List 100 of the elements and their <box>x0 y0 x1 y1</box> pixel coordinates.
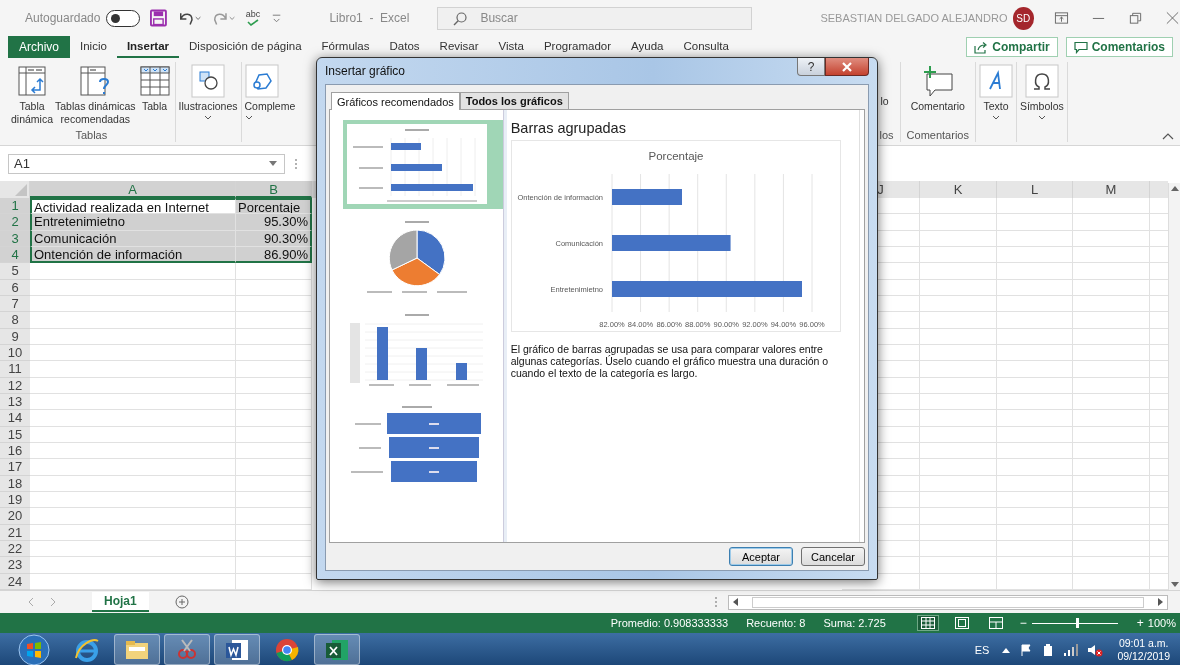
ribbon-button[interactable]: Texto <box>977 62 1014 142</box>
row-header[interactable]: 14 <box>0 410 30 427</box>
row-header[interactable]: 11 <box>0 361 30 378</box>
scroll-up-icon[interactable] <box>1170 185 1179 191</box>
group-label: los <box>879 128 894 142</box>
menu-tab[interactable]: Ayuda <box>621 36 674 58</box>
pivot-table-icon <box>15 64 49 98</box>
menu-tab[interactable]: Fórmulas <box>311 36 380 58</box>
dialog-tab[interactable]: Gráficos recomendados <box>331 92 460 110</box>
spreadsheet-button[interactable] <box>314 634 360 665</box>
menu-tab[interactable]: Revisar <box>429 36 489 58</box>
date-text: 09/12/2019 <box>1117 649 1170 663</box>
chart-description: El gráfico de barras agrupadas se usa para comparar valores entre algunas categorías. Úselo cuando el gráfico muestra una duración o cuando el texto de la categoría es largo. <box>510 343 830 379</box>
name-box[interactable]: A1 <box>8 153 285 174</box>
horizontal-scrollbar[interactable] <box>728 594 1168 610</box>
row-header[interactable]: 1 <box>0 198 30 215</box>
sum-readout: Suma: 2.725 <box>823 617 886 629</box>
ribbon-button[interactable]: Símbolos <box>1018 62 1065 142</box>
chart-title: Porcentaje <box>648 150 704 162</box>
group-label: Comentarios <box>906 128 969 142</box>
comments-button[interactable]: Comentarios <box>1065 37 1173 57</box>
spelling-button[interactable]: abc <box>245 10 261 26</box>
column-header[interactable]: M <box>1073 181 1150 198</box>
time-text: 09:01 a.m. <box>1118 636 1169 650</box>
chart-bar <box>611 189 682 205</box>
row-header[interactable]: 17 <box>0 459 30 476</box>
scroll-left-icon[interactable] <box>732 598 738 606</box>
flag-icon[interactable] <box>1019 642 1034 657</box>
row-header[interactable]: 8 <box>0 312 30 329</box>
share-icon <box>974 40 989 54</box>
zoom-out-button[interactable]: − <box>1019 616 1027 630</box>
user-avatar[interactable]: SD <box>1012 6 1035 30</box>
menu-tab[interactable]: Disposición de página <box>179 36 312 58</box>
zoom-in-button[interactable]: + <box>1136 616 1144 630</box>
vertical-scrollbar[interactable] <box>1168 183 1180 590</box>
menu-tab[interactable]: Consulta <box>673 36 739 58</box>
cancel-button[interactable]: Cancelar <box>801 547 865 566</box>
drag-handle-icon[interactable] <box>714 595 718 609</box>
menu-tab[interactable]: Vista <box>488 36 534 58</box>
window-title: Libro1 - Excel <box>329 11 411 25</box>
comment-icon <box>1073 40 1088 54</box>
sheet-tab[interactable]: Hoja1 <box>92 592 149 612</box>
collapse-ribbon-icon[interactable] <box>1162 132 1174 140</box>
column-header[interactable]: L <box>997 181 1073 198</box>
table-icon <box>137 64 172 98</box>
table-cell: 95.30% <box>236 214 312 231</box>
chart-type-heading: Barras agrupadas <box>510 120 627 136</box>
add-sheet-icon[interactable] <box>174 595 189 609</box>
column-header[interactable]: K <box>920 181 997 198</box>
ribbon-button[interactable]: Comentario <box>909 62 966 128</box>
chart-thumbnail[interactable] <box>343 120 505 209</box>
user-name: SEBASTIAN DELGADO ALEJANDRO <box>820 12 1008 24</box>
group-label: Tablas <box>75 128 108 142</box>
help-button[interactable]: ? <box>797 58 825 76</box>
share-button[interactable]: Compartir <box>966 37 1058 57</box>
search-icon <box>452 10 469 27</box>
ribbon-button[interactable]: Tabla <box>136 62 173 128</box>
ribbon-button[interactable]: Compleme <box>243 62 297 142</box>
autosave-label: Autoguardado <box>25 11 101 25</box>
signal-icon[interactable] <box>1063 642 1080 657</box>
ribbon-button[interactable]: lo <box>879 62 890 128</box>
ribbon-button[interactable]: Tablas dinámicas recomendadas <box>54 62 137 128</box>
drag-handle-icon[interactable] <box>294 156 298 171</box>
file-tab[interactable]: Archivo <box>8 36 70 58</box>
ribbon-display-icon[interactable] <box>1054 11 1070 25</box>
zoom-level: 100% <box>1147 617 1176 629</box>
dialog-tab[interactable]: Todos los gráficos <box>459 92 569 109</box>
close-button[interactable] <box>825 58 869 76</box>
average-readout: Promedio: 0.908333333 <box>610 617 729 629</box>
save-icon[interactable] <box>150 9 168 27</box>
close-icon <box>841 61 853 72</box>
scroll-right-icon[interactable] <box>1158 598 1164 606</box>
column-header[interactable]: A <box>30 181 236 198</box>
row-header[interactable]: 5 <box>0 263 30 280</box>
row-header[interactable]: 23 <box>0 557 30 574</box>
restore-icon[interactable] <box>1128 11 1143 25</box>
omega-icon <box>1024 64 1059 98</box>
ribbon-button[interactable]: Tabla dinámica <box>10 62 55 128</box>
ok-button[interactable]: Aceptar <box>729 547 793 566</box>
normal-view-button[interactable] <box>917 616 938 630</box>
dialog-title: Insertar gráfico <box>325 64 406 78</box>
shapes-icon <box>191 64 226 98</box>
menu-tab[interactable]: Inicio <box>70 36 117 58</box>
column-header[interactable]: B <box>236 181 312 198</box>
autosave-toggle[interactable] <box>106 9 141 27</box>
folder-button[interactable] <box>114 634 160 665</box>
search-field[interactable]: Buscar <box>437 6 753 30</box>
count-readout: Recuento: 8 <box>746 617 806 629</box>
menu-tab[interactable]: Programador <box>533 36 622 58</box>
word-processor-button[interactable] <box>214 634 260 665</box>
row-header[interactable]: 20 <box>0 508 30 525</box>
ribbon-button[interactable]: Ilustraciones <box>177 62 239 142</box>
menu-tab[interactable]: Datos <box>379 36 430 58</box>
row-header[interactable]: 2 <box>0 214 30 231</box>
table-cell: Entretenimietno <box>30 214 236 231</box>
clock[interactable]: 09:01 a.m. 09/12/2019 <box>1117 636 1170 663</box>
muted-speaker-icon[interactable] <box>1087 642 1104 657</box>
language-indicator[interactable]: ES <box>974 643 990 656</box>
start-button[interactable] <box>18 633 50 665</box>
scroll-down-icon[interactable] <box>1170 582 1179 588</box>
